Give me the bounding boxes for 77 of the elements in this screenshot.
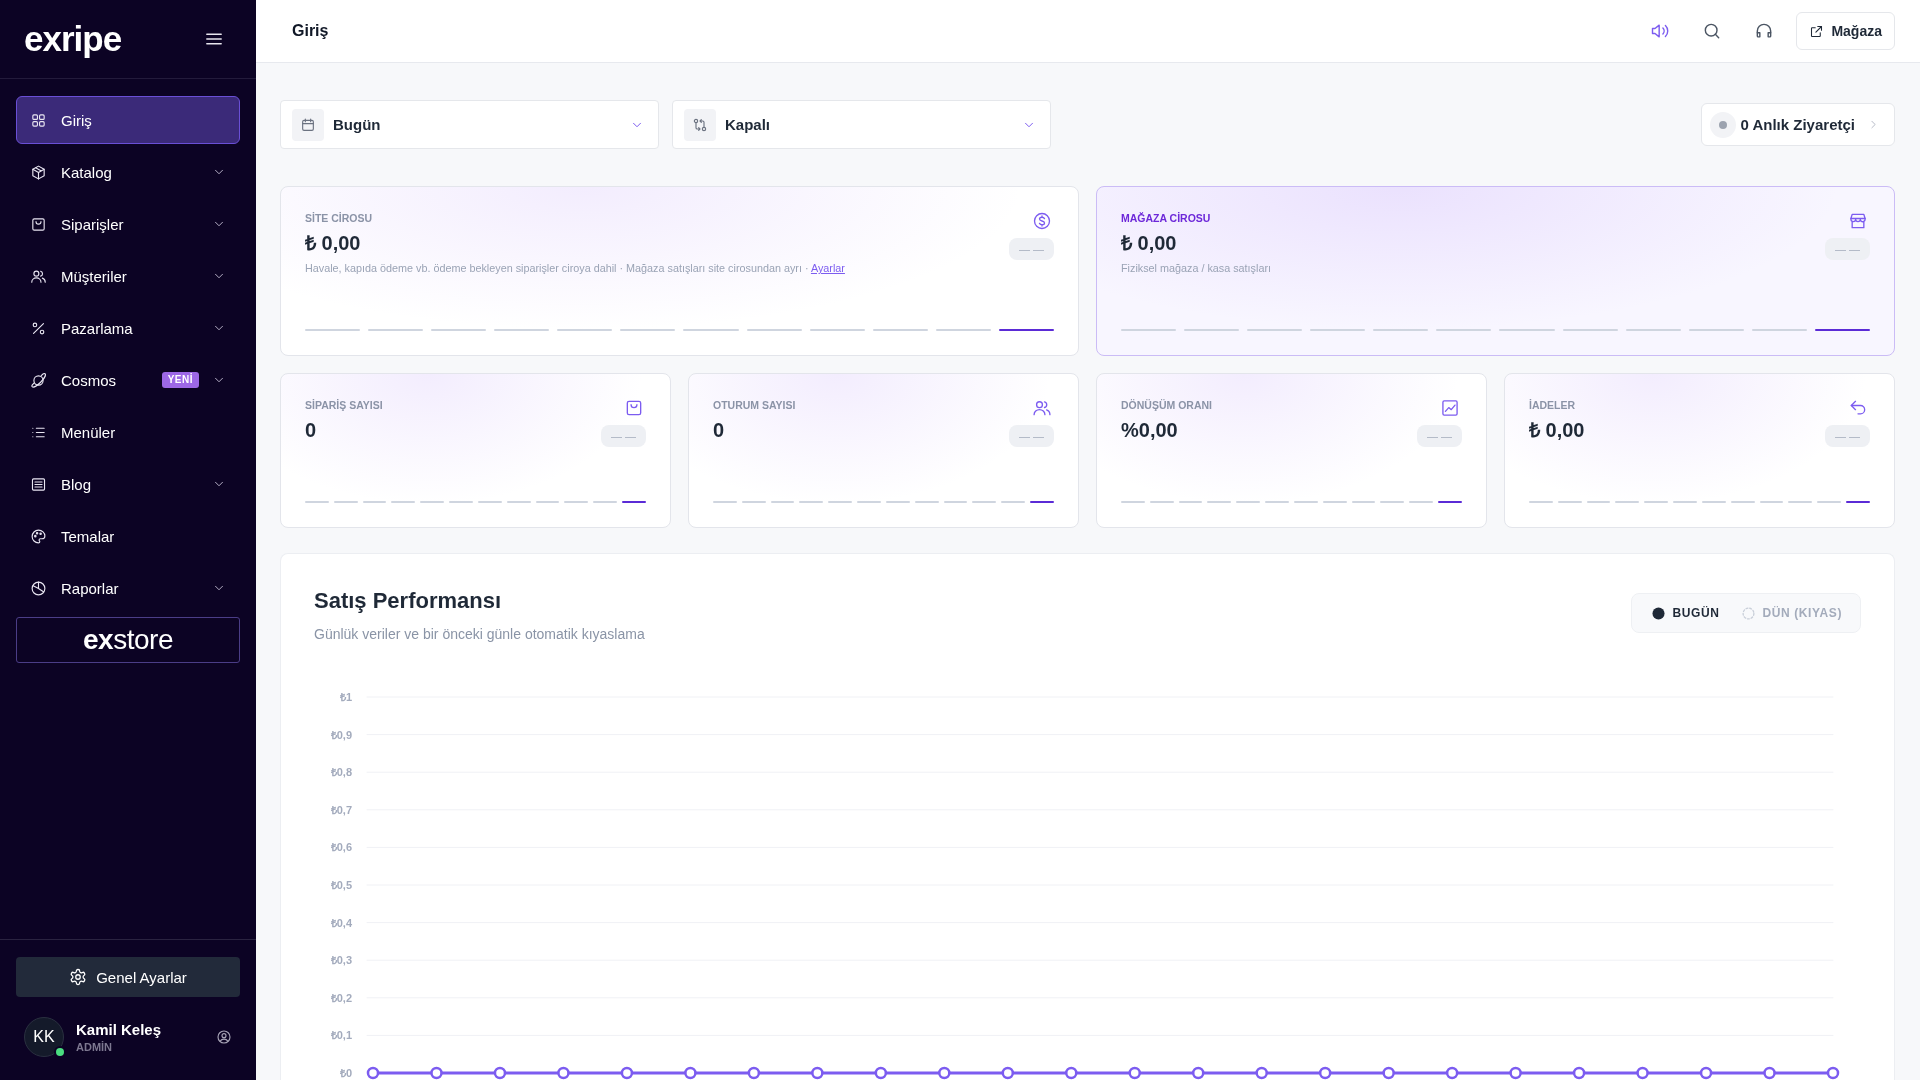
card-value: ₺ 0,00 [305,231,362,255]
change-indicator: — — [1008,238,1054,260]
user-name: Kamil Keleş [76,1020,162,1039]
shopping-bag-icon [624,398,644,418]
date-range-dropdown[interactable]: Bugün [280,100,659,149]
axis-label: ₺0,5 [330,879,352,891]
external-link-icon [1809,23,1825,39]
axis-label: ₺0,7 [330,803,352,816]
comparison-dropdown[interactable]: Kapalı [672,100,1051,149]
nav-item[interactable]: Temalar [16,512,240,560]
newspaper-icon [30,475,47,493]
card-label: MAĞAZA CİROSU [1121,211,1212,225]
card-value: 0 [713,418,726,442]
settings-icon [69,968,88,986]
nav-item[interactable]: Cosmos YENİ [16,356,240,404]
page-title: Giriş [292,22,329,40]
palette-icon [30,527,47,545]
nav-item[interactable]: Müşteriler [16,252,240,300]
compare-icon [684,108,716,141]
planet-icon [30,371,47,389]
chart-title: Satış Performansı [314,587,503,615]
legend-item[interactable]: BUGÜN [1651,606,1720,620]
menu-icon[interactable] [206,32,222,46]
axis-label: ₺0,2 [330,991,352,1004]
chart-subtitle: Günlük veriler ve bir önceki günle otomatik kıyaslama [314,625,645,643]
axis-label: ₺0,4 [330,916,352,929]
shopping-bag-icon [30,215,47,233]
nav-item[interactable]: Menüler [16,408,240,456]
user-role: ADMİN [76,1039,114,1054]
store-button[interactable]: Mağaza [1796,12,1895,50]
brand-logo: exripe [24,19,122,59]
card-label: SİTE CİROSU [305,211,374,225]
calendar-icon [292,108,324,141]
settings-link[interactable]: Ayarlar [810,262,845,274]
new-tag: YENİ [161,372,199,388]
change-indicator: — — [1416,425,1462,447]
change-indicator: — — [1824,238,1870,260]
nav-item[interactable]: Raporlar [16,564,240,612]
axis-label: ₺0,1 [330,1029,352,1042]
nav-item[interactable]: Siparişler [16,200,240,248]
undo-arrow-icon [1848,398,1868,418]
nav-item[interactable]: Pazarlama [16,304,240,352]
axis-label: ₺0,6 [330,841,352,854]
card-value: ₺ 0,00 [1121,231,1178,255]
store-logo[interactable]: exstore [16,617,240,663]
card-value: %0,00 [1121,418,1179,442]
card-label: DÖNÜŞÜM ORANI [1121,398,1213,412]
change-indicator: — — [1824,425,1870,447]
card-value: 0 [305,418,318,442]
avatar: KK [24,1017,64,1057]
dollar-circle-icon [1032,211,1052,231]
axis-label: ₺0,9 [330,728,352,741]
filled-dot-icon [1651,606,1665,620]
nav-item[interactable]: Giriş [16,96,240,144]
axis-label: ₺0,3 [330,954,352,967]
settings-button[interactable]: Genel Ayarlar [16,957,240,997]
card-note: Fiziksel mağaza / kasa satışları [1121,261,1272,275]
axis-label: ₺1 [339,691,352,703]
change-indicator: — — [1008,425,1054,447]
card-label: OTURUM SAYISI [713,398,797,412]
card-label: İADELER [1529,398,1577,412]
card-note: Havale, kapıda ödeme vb. ödeme bekleyen siparişler ciroya dahil · Mağaza satışları site cirosundan ayrı · Ayarlar [305,261,846,275]
card-value: ₺ 0,00 [1529,418,1586,442]
axis-label: ₺0,8 [330,766,352,779]
nav-item[interactable]: Blog [16,460,240,508]
axis-label: ₺0 [339,1067,352,1079]
store-icon [1848,211,1868,231]
dashed-circle-icon [1741,606,1755,620]
grid-icon [30,111,47,129]
user-circle-icon[interactable] [216,1029,232,1045]
change-indicator: — — [600,425,646,447]
card-label: SİPARİŞ SAYISI [305,398,384,412]
live-visitors-button[interactable]: 0 Anlık Ziyaretçi [1700,103,1895,146]
cube-icon [30,163,47,181]
nav-item[interactable]: Katalog [16,148,240,196]
pie-chart-icon [30,579,47,597]
users-icon [1032,398,1052,418]
